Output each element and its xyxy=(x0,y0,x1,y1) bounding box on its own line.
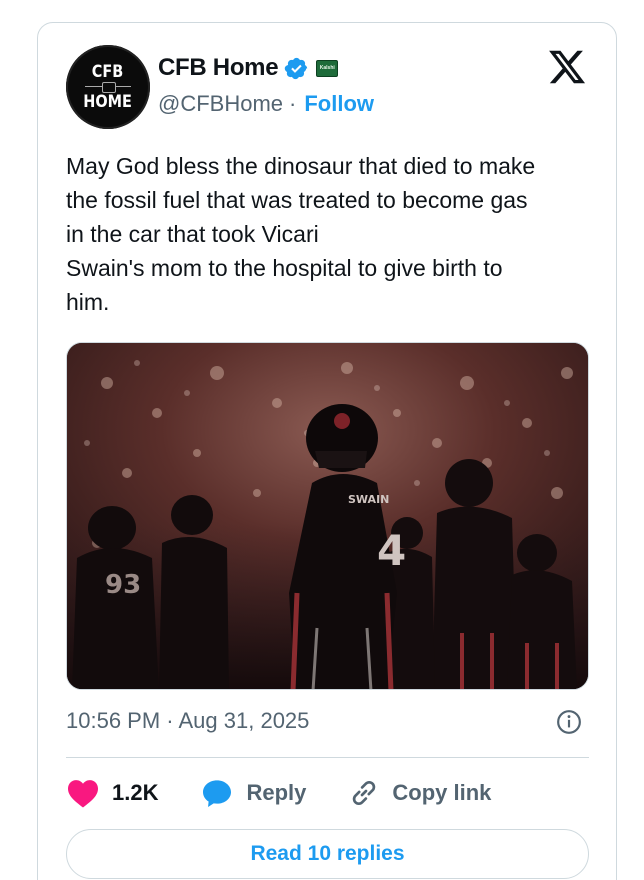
avatar-text-top: CFB xyxy=(92,62,124,82)
copy-link-button[interactable]: Copy link xyxy=(348,777,491,809)
info-icon[interactable] xyxy=(556,709,582,735)
like-button[interactable]: 1.2K xyxy=(66,778,158,808)
avatar-text-bottom: HOME xyxy=(83,92,133,112)
x-logo-icon[interactable] xyxy=(547,47,587,87)
tweet-media-image[interactable]: 93 4 SWAIN xyxy=(66,342,589,690)
author-name-row: CFB Home Kalshi xyxy=(158,53,339,83)
verified-badge-icon xyxy=(285,57,308,79)
jersey-number-center: 4 xyxy=(377,526,406,575)
jersey-number-left: 93 xyxy=(105,570,141,600)
display-name[interactable]: CFB Home xyxy=(158,54,279,82)
speech-bubble-icon xyxy=(203,780,232,807)
avatar[interactable]: CFB HOME xyxy=(66,45,150,129)
action-bar: 1.2K Reply Copy link xyxy=(66,775,533,811)
tweet-timestamp[interactable]: 10:56 PM · Aug 31, 2025 xyxy=(66,708,309,734)
affiliate-badge[interactable]: Kalshi xyxy=(316,59,339,77)
jersey-name: SWAIN xyxy=(348,493,389,506)
handle[interactable]: @CFBHome xyxy=(158,91,283,117)
tweet-card: CFB HOME CFB Home Kalshi @CFBHome · Foll… xyxy=(37,22,617,880)
separator-dot: · xyxy=(289,91,297,116)
copy-link-label: Copy link xyxy=(392,780,492,805)
follow-button[interactable]: Follow xyxy=(304,91,374,117)
tweet-text: May God bless the dinosaur that died to … xyxy=(66,153,536,315)
read-replies-button[interactable]: Read 10 replies xyxy=(66,829,589,879)
reply-button[interactable]: Reply xyxy=(200,777,306,809)
link-icon xyxy=(353,780,376,806)
divider xyxy=(66,757,589,758)
heart-icon xyxy=(68,780,98,808)
like-count: 1.2K xyxy=(112,780,159,805)
avatar-emblem-icon xyxy=(85,82,131,93)
reply-label: Reply xyxy=(246,780,307,805)
football-photo: 93 4 SWAIN xyxy=(67,343,588,689)
handle-row: @CFBHome · Follow xyxy=(158,91,374,117)
